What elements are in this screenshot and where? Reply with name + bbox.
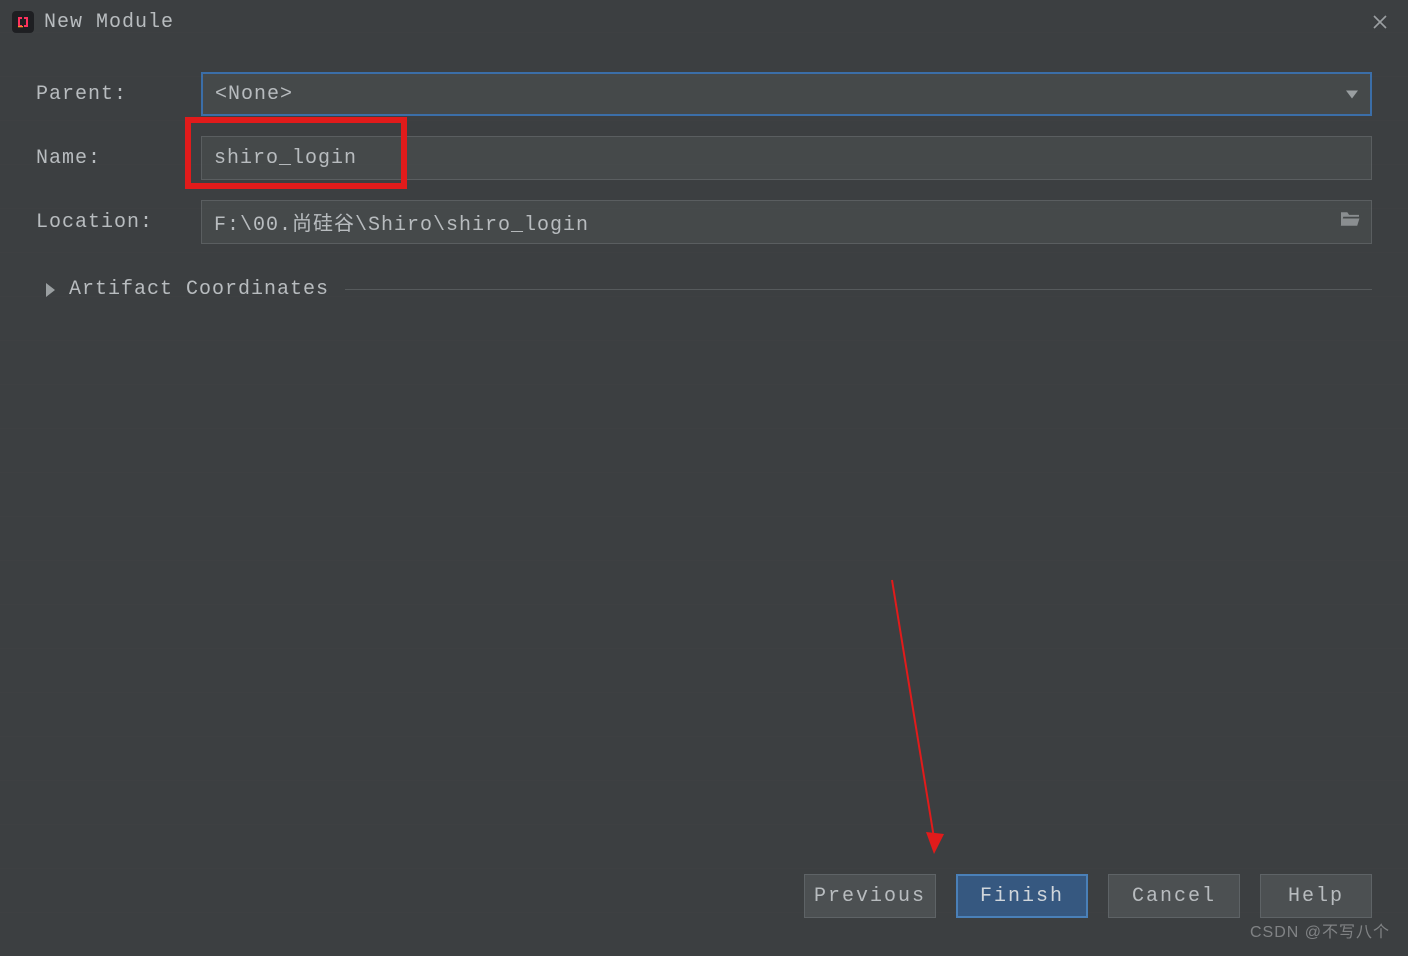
parent-row: Parent: <None> <box>36 72 1372 116</box>
parent-value: <None> <box>215 83 293 106</box>
window-title: New Module <box>44 11 1396 34</box>
parent-dropdown[interactable]: <None> <box>201 72 1372 116</box>
watermark: CSDN @不写八个 <box>1250 918 1390 942</box>
artifact-coordinates-toggle[interactable]: Artifact Coordinates <box>36 278 1372 301</box>
name-row: Name: <box>36 136 1372 180</box>
chevron-down-icon <box>1346 83 1358 106</box>
button-bar: Previous Finish Cancel Help <box>804 874 1372 918</box>
cancel-button[interactable]: Cancel <box>1108 874 1240 918</box>
close-button[interactable] <box>1364 6 1396 38</box>
triangle-right-icon <box>46 283 55 297</box>
location-value: F:\00.尚硅谷\Shiro\shiro_login <box>214 207 589 237</box>
location-label: Location: <box>36 211 201 234</box>
artifact-label: Artifact Coordinates <box>69 278 329 301</box>
name-label: Name: <box>36 147 201 170</box>
location-row: Location: F:\00.尚硅谷\Shiro\shiro_login <box>36 200 1372 244</box>
content-area: Parent: <None> Name: Location: F:\00.尚硅谷… <box>0 44 1408 956</box>
folder-open-icon[interactable] <box>1339 210 1361 235</box>
name-input[interactable] <box>201 136 1372 180</box>
divider <box>345 289 1372 290</box>
name-field-wrap <box>201 136 1372 180</box>
titlebar: New Module <box>0 0 1408 44</box>
finish-button[interactable]: Finish <box>956 874 1088 918</box>
location-field[interactable]: F:\00.尚硅谷\Shiro\shiro_login <box>201 200 1372 244</box>
parent-label: Parent: <box>36 83 201 106</box>
help-button[interactable]: Help <box>1260 874 1372 918</box>
app-icon <box>12 11 34 33</box>
previous-button[interactable]: Previous <box>804 874 936 918</box>
new-module-dialog: New Module Parent: <None> Name: Location… <box>0 0 1408 956</box>
